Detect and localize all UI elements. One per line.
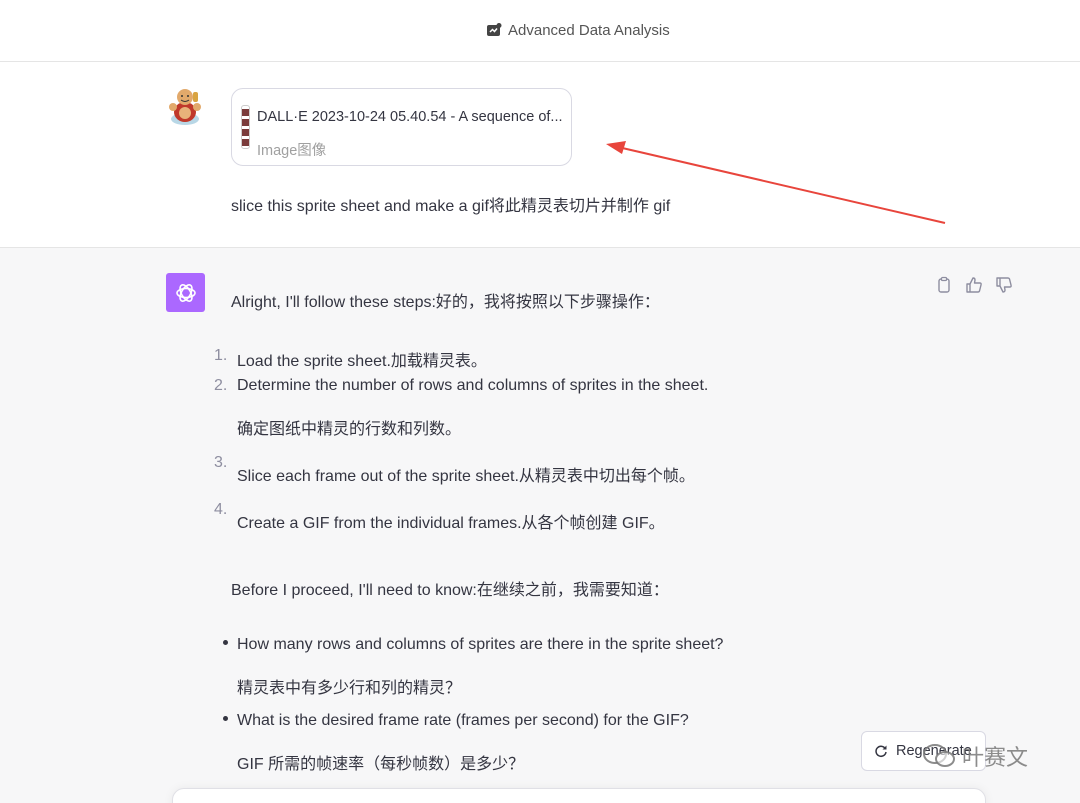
step-text: Slice each frame out of the sprite sheet… (237, 468, 695, 485)
before-proceed-text: Before I proceed, I'll need to know:在继续之… (231, 582, 669, 599)
sprite-sheet-thumbnail[interactable] (241, 105, 250, 149)
thumbs-up-icon[interactable] (965, 276, 983, 294)
assistant-avatar (166, 273, 205, 312)
step-number: 3. (214, 454, 228, 471)
copy-icon[interactable] (935, 276, 953, 294)
attachment-file-name: DALL·E 2023-10-24 05.40.54 - A sequence … (257, 109, 563, 125)
step-text: Create a GIF from the individual frames.… (237, 515, 665, 532)
step-translation: 确定图纸中精灵的行数和列数。 (237, 421, 462, 438)
step-number: 1. (214, 347, 228, 364)
openai-logo-icon (175, 283, 196, 302)
question-translation: GIF 所需的帧速率（每秒帧数）是多少？ (237, 756, 525, 773)
user-avatar (169, 89, 201, 125)
watermark-text: 叶赛文 (962, 745, 1029, 770)
bullet-point (223, 640, 228, 645)
data-analysis-icon (487, 23, 502, 36)
question-translation: 精灵表中有多少行和列的精灵？ (237, 680, 462, 697)
attachment-file-type: Image图像 (257, 143, 327, 159)
model-selector[interactable]: Advanced Data Analysis (486, 20, 670, 40)
thumbs-down-icon[interactable] (995, 276, 1013, 294)
question-text: How many rows and columns of sprites are… (237, 636, 724, 653)
model-label-text: Advanced Data Analysis (508, 21, 670, 39)
step-number: 4. (214, 501, 228, 518)
top-bar: Advanced Data Analysis (0, 0, 1080, 62)
step-text: Load the sprite sheet.加载精灵表。 (237, 353, 487, 370)
message-input[interactable] (172, 788, 986, 803)
message-actions (935, 276, 1013, 294)
question-text: What is the desired frame rate (frames p… (237, 712, 689, 729)
red-arrow-annotation (606, 141, 946, 224)
wechat-icon (923, 744, 955, 767)
step-number: 2. (214, 377, 228, 394)
assistant-intro: Alright, I'll follow these steps:好的，我将按照… (231, 294, 660, 311)
bullet-point (223, 716, 228, 721)
watermark: 叶赛文 (922, 740, 1028, 772)
step-text: Determine the number of rows and columns… (237, 377, 709, 394)
image-attachment-card[interactable]: DALL·E 2023-10-24 05.40.54 - A sequence … (231, 88, 572, 166)
refresh-icon (875, 745, 887, 758)
